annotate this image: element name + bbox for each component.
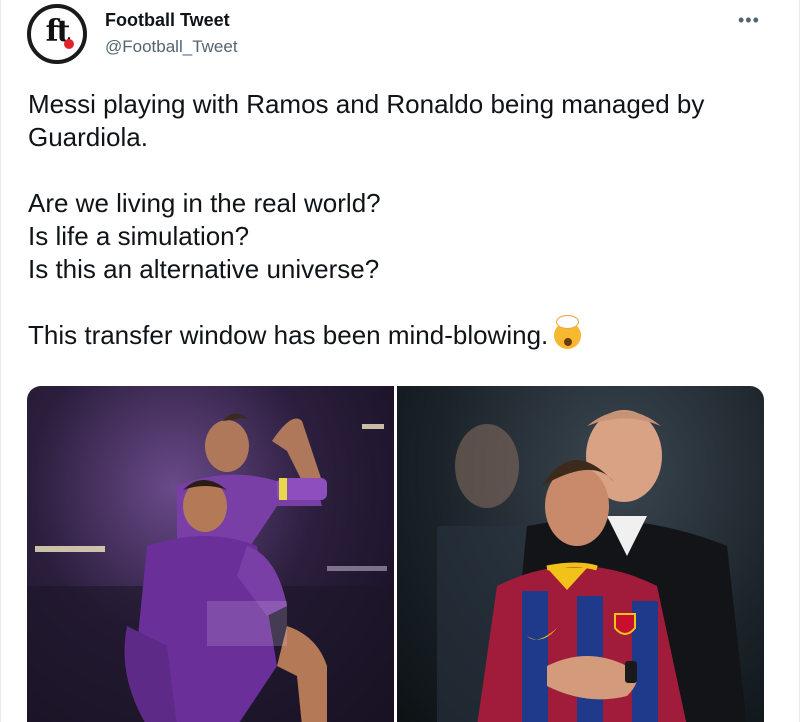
tweet-line: This transfer window has been mind-blowi…	[28, 320, 549, 350]
ft-logo-icon: ft	[46, 17, 75, 49]
tweet-line: Messi playing with Ramos and Ronaldo bei…	[28, 89, 705, 152]
exploding-head-emoji-icon	[554, 315, 582, 349]
football-icon	[64, 39, 75, 49]
avatar[interactable]: ft	[27, 4, 87, 64]
guardiola-messi-hug-photo[interactable]	[397, 386, 764, 722]
celebration-illustration	[27, 413, 394, 722]
tweet-line: Is life a simulation?	[28, 221, 250, 251]
ramos-ronaldo-celebration-photo[interactable]	[27, 386, 394, 722]
media-grid	[27, 386, 764, 722]
tweet-card: ft Football Tweet @Football_Tweet ••• Me…	[0, 0, 800, 722]
tweet-line: Are we living in the real world?	[28, 188, 381, 218]
more-options-icon[interactable]: •••	[738, 10, 760, 31]
user-handle[interactable]: @Football_Tweet	[105, 37, 238, 57]
display-name[interactable]: Football Tweet	[105, 10, 230, 31]
tweet-line-last: This transfer window has been mind-blowi…	[28, 315, 768, 352]
hug-illustration	[437, 410, 747, 722]
tweet-text: Messi playing with Ramos and Ronaldo bei…	[28, 88, 768, 352]
tweet-line: Is this an alternative universe?	[28, 254, 380, 284]
